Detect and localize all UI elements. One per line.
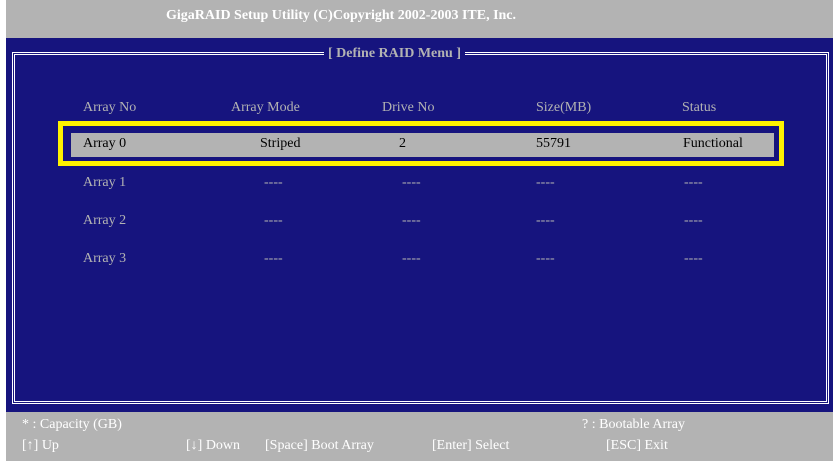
up-key-hint: [↑] Up [22,438,59,453]
bios-screen: GigaRAID Setup Utility (C)Copyright 2002… [6,0,833,461]
cell-array: Array 3 [83,251,127,266]
col-header-size: Size(MB) [536,100,592,115]
footer-help-bar: * : Capacity (GB) ? : Bootable Array [↑]… [6,412,833,461]
cell-size: ---- [536,175,555,190]
col-header-status: Status [682,100,717,115]
app-title: GigaRAID Setup Utility (C)Copyright 2002… [166,8,517,23]
cell-array: Array 1 [83,175,127,190]
title-bar: GigaRAID Setup Utility (C)Copyright 2002… [6,0,833,38]
menu-title: [ Define RAID Menu ] [324,45,465,63]
cell-array: Array 2 [83,213,127,228]
cell-size: ---- [536,213,555,228]
cell-mode: ---- [264,251,283,266]
bootable-legend: ? : Bootable Array [582,417,686,432]
down-key-hint: [↓] Down [186,438,241,453]
selection-highlight-box [58,121,784,166]
cell-status: ---- [684,175,703,190]
cell-status: ---- [684,251,703,266]
cell-drive: ---- [402,175,421,190]
cell-drive: ---- [402,213,421,228]
boot-array-key-hint: [Space] Boot Array [265,438,374,453]
cell-size: ---- [536,251,555,266]
cell-mode: ---- [264,175,283,190]
col-header-array-no: Array No [83,100,137,115]
exit-key-hint: [ESC] Exit [606,438,668,453]
select-key-hint: [Enter] Select [432,438,510,453]
cell-mode: ---- [264,213,283,228]
col-header-drive-no: Drive No [382,100,435,115]
cell-status: ---- [684,213,703,228]
col-header-array-mode: Array Mode [231,100,300,115]
cell-drive: ---- [402,251,421,266]
capacity-legend: * : Capacity (GB) [22,417,122,432]
